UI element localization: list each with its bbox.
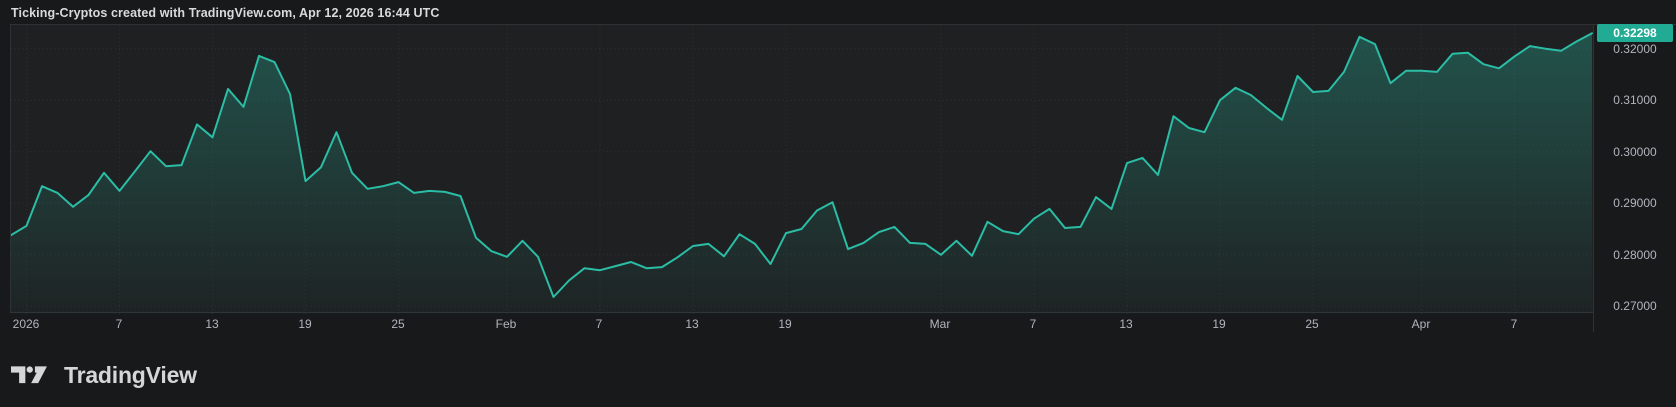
y-axis-tick-label: 0.30000 xyxy=(1594,144,1676,160)
x-axis-tick-label: 7 xyxy=(1030,317,1037,331)
last-price-badge: 0.32298 xyxy=(1597,24,1673,42)
x-axis-tick-label: 19 xyxy=(298,317,311,331)
x-axis-tick-label: 19 xyxy=(1212,317,1225,331)
area-fill xyxy=(11,33,1592,314)
chart-area[interactable] xyxy=(10,24,1593,313)
tradingview-logo-text: TradingView xyxy=(64,362,197,388)
x-axis-tick-label: 25 xyxy=(1305,317,1318,331)
price-scale-axis[interactable]: 0.32298 0.32000 0.31000 0.30000 0.29000 0.28… xyxy=(1593,24,1676,332)
x-axis-tick-label: 7 xyxy=(596,317,603,331)
tradingview-logo[interactable]: TradingView xyxy=(11,361,197,389)
x-axis-tick-label: Apr xyxy=(1412,317,1431,331)
y-axis-tick-label: 0.32000 xyxy=(1594,41,1676,57)
tradingview-logo-icon xyxy=(11,366,55,385)
y-axis-tick-label: 0.27000 xyxy=(1594,298,1676,314)
x-axis-tick-label: 13 xyxy=(1119,317,1132,331)
y-axis-tick-label: 0.29000 xyxy=(1594,195,1676,211)
x-axis-tick-label: 13 xyxy=(685,317,698,331)
x-axis-tick-label: Mar xyxy=(930,317,951,331)
x-axis-tick-label: Feb xyxy=(496,317,517,331)
x-axis-tick-label: 25 xyxy=(391,317,404,331)
x-axis-tick-label: 2026 xyxy=(13,317,40,331)
x-axis-tick-label: 7 xyxy=(1511,317,1518,331)
time-scale-axis[interactable]: 2026 7 13 19 25 Feb 7 13 19 Mar 7 13 19 25 Apr 7 xyxy=(10,313,1593,339)
price-chart-svg xyxy=(11,25,1594,314)
y-axis-tick-label: 0.28000 xyxy=(1594,247,1676,263)
x-axis-tick-label: 7 xyxy=(116,317,123,331)
x-axis-tick-label: 13 xyxy=(205,317,218,331)
y-axis-tick-label: 0.31000 xyxy=(1594,92,1676,108)
chart-title: Ticking-Cryptos created with TradingView… xyxy=(11,6,439,20)
x-axis-tick-label: 19 xyxy=(778,317,791,331)
